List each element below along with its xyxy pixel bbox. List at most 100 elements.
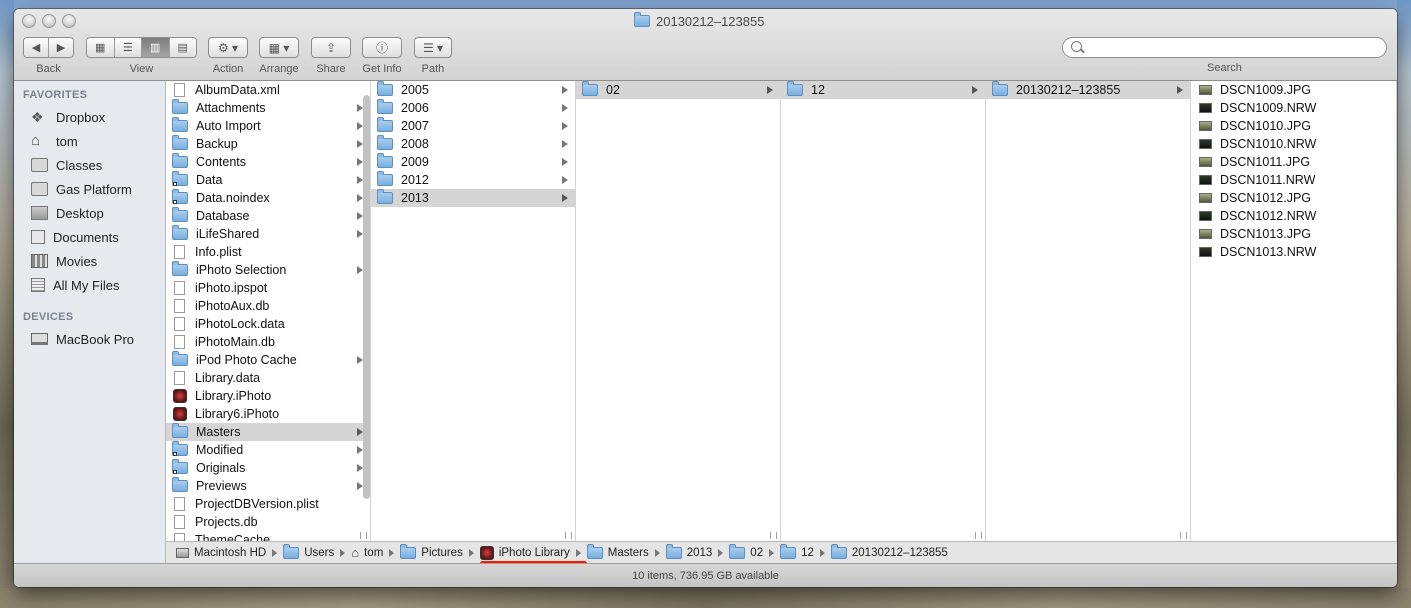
- sidebar-item-label: tom: [56, 133, 78, 149]
- path-item-masters[interactable]: Masters: [586, 543, 649, 559]
- item-name: Masters: [196, 425, 241, 439]
- gear-icon: ⚙ ▾: [217, 40, 239, 55]
- path-item-12[interactable]: 12: [780, 543, 814, 559]
- list-item[interactable]: Previews: [166, 477, 370, 495]
- list-item[interactable]: Attachments: [166, 99, 370, 117]
- vertical-scrollbar[interactable]: [363, 95, 370, 499]
- path-item-iphoto-library[interactable]: iPhoto Library: [479, 545, 570, 560]
- get-info-button[interactable]: ⓘ: [362, 37, 402, 58]
- list-item[interactable]: DSCN1010.JPG: [1191, 117, 1396, 135]
- list-item[interactable]: Data.noindex: [166, 189, 370, 207]
- list-item[interactable]: DSCN1012.JPG: [1191, 189, 1396, 207]
- minimize-button[interactable]: [42, 14, 56, 28]
- list-item[interactable]: Info.plist: [166, 243, 370, 261]
- list-item[interactable]: ThemeCache: [166, 531, 370, 541]
- list-item[interactable]: iPhotoLock.data: [166, 315, 370, 333]
- list-item-selected[interactable]: 12: [781, 81, 985, 99]
- list-item[interactable]: 2008: [371, 135, 575, 153]
- sidebar-item-movies[interactable]: Movies: [14, 249, 165, 273]
- list-item[interactable]: DSCN1009.JPG: [1191, 81, 1396, 99]
- path-button[interactable]: ☰ ▾: [414, 37, 452, 58]
- documents-icon: [31, 230, 45, 244]
- list-item[interactable]: 2005: [371, 81, 575, 99]
- share-button[interactable]: ⇪: [311, 37, 351, 58]
- list-item[interactable]: Library.iPhoto: [166, 387, 370, 405]
- path-item-02[interactable]: 02: [729, 543, 763, 559]
- coverflow-view-button[interactable]: ▤: [169, 38, 196, 57]
- zoom-button[interactable]: [62, 14, 76, 28]
- list-item[interactable]: Backup: [166, 135, 370, 153]
- list-item[interactable]: iPhoto Selection: [166, 261, 370, 279]
- list-item[interactable]: iPhoto.ipspot: [166, 279, 370, 297]
- list-item[interactable]: Database: [166, 207, 370, 225]
- list-item[interactable]: Data: [166, 171, 370, 189]
- list-item-selected[interactable]: 02: [576, 81, 780, 99]
- action-button[interactable]: ⚙ ▾: [208, 37, 248, 58]
- document-icon: [174, 281, 185, 295]
- column-resize-handle[interactable]: [770, 532, 777, 539]
- list-item[interactable]: 2009: [371, 153, 575, 171]
- list-item[interactable]: DSCN1012.NRW: [1191, 207, 1396, 225]
- list-item[interactable]: DSCN1013.NRW: [1191, 243, 1396, 261]
- close-button[interactable]: [22, 14, 36, 28]
- list-item[interactable]: DSCN1010.NRW: [1191, 135, 1396, 153]
- list-item[interactable]: Library6.iPhoto: [166, 405, 370, 423]
- sidebar-item-documents[interactable]: Documents: [14, 225, 165, 249]
- list-item-selected[interactable]: Masters: [166, 423, 370, 441]
- folder-icon: [31, 182, 48, 196]
- list-item[interactable]: DSCN1011.NRW: [1191, 171, 1396, 189]
- path-item-pictures[interactable]: Pictures: [400, 543, 463, 559]
- path-item-2013[interactable]: 2013: [665, 543, 712, 559]
- list-item-selected[interactable]: 2013: [371, 189, 575, 207]
- path-item-macintosh-hd[interactable]: Macintosh HD: [176, 547, 266, 559]
- list-item[interactable]: iLifeShared: [166, 225, 370, 243]
- column-resize-handle[interactable]: [360, 532, 367, 539]
- column-resize-handle[interactable]: [975, 532, 982, 539]
- hard-drive-icon: [176, 547, 189, 558]
- sidebar-item-label: All My Files: [53, 277, 120, 293]
- forward-button[interactable]: ▶: [49, 38, 73, 57]
- sidebar-item-all-my-files[interactable]: All My Files: [14, 273, 165, 297]
- list-item[interactable]: AlbumData.xml: [166, 81, 370, 99]
- sidebar-item-macbook-pro[interactable]: MacBook Pro: [14, 327, 165, 351]
- list-item[interactable]: DSCN1009.NRW: [1191, 99, 1396, 117]
- list-item-selected[interactable]: 20130212–123855: [986, 81, 1190, 99]
- list-item[interactable]: Originals: [166, 459, 370, 477]
- item-name: Previews: [196, 479, 247, 493]
- list-item[interactable]: Library.data: [166, 369, 370, 387]
- list-item[interactable]: 2007: [371, 117, 575, 135]
- list-item[interactable]: iPhotoAux.db: [166, 297, 370, 315]
- image-thumbnail-icon: [1199, 139, 1212, 149]
- search-field[interactable]: [1062, 37, 1387, 58]
- document-icon: [174, 533, 185, 541]
- icon-view-button[interactable]: ▦: [87, 38, 115, 57]
- path-item-users[interactable]: Users: [283, 543, 334, 559]
- list-item[interactable]: Modified: [166, 441, 370, 459]
- list-item[interactable]: 2012: [371, 171, 575, 189]
- sidebar-item-desktop[interactable]: Desktop: [14, 201, 165, 225]
- arrange-button[interactable]: ▦ ▾: [259, 37, 299, 58]
- list-item[interactable]: Contents: [166, 153, 370, 171]
- item-name: Projects.db: [195, 515, 258, 529]
- column-resize-handle[interactable]: [1180, 532, 1187, 539]
- list-item[interactable]: DSCN1013.JPG: [1191, 225, 1396, 243]
- column-view-button[interactable]: ▥: [142, 38, 170, 57]
- back-button[interactable]: ◀: [24, 38, 49, 57]
- column-resize-handle[interactable]: [565, 532, 572, 539]
- sidebar-item-classes[interactable]: Classes: [14, 153, 165, 177]
- list-item[interactable]: iPhotoMain.db: [166, 333, 370, 351]
- sidebar-item-tom[interactable]: ⌂ tom: [14, 129, 165, 153]
- folder-alias-icon: [172, 459, 188, 474]
- path-item-20130212-123855[interactable]: 20130212–123855: [830, 543, 948, 559]
- list-item[interactable]: 2006: [371, 99, 575, 117]
- list-item[interactable]: ProjectDBVersion.plist: [166, 495, 370, 513]
- list-item[interactable]: Projects.db: [166, 513, 370, 531]
- sidebar: FAVORITES ❖ Dropbox ⌂ tom Classes Gas Pl…: [14, 81, 166, 563]
- path-item-tom[interactable]: ⌂ tom: [351, 545, 383, 560]
- list-item[interactable]: iPod Photo Cache: [166, 351, 370, 369]
- list-view-button[interactable]: ☰: [114, 38, 142, 57]
- list-item[interactable]: DSCN1011.JPG: [1191, 153, 1396, 171]
- list-item[interactable]: Auto Import: [166, 117, 370, 135]
- sidebar-item-gas-platform[interactable]: Gas Platform: [14, 177, 165, 201]
- sidebar-item-dropbox[interactable]: ❖ Dropbox: [14, 105, 165, 129]
